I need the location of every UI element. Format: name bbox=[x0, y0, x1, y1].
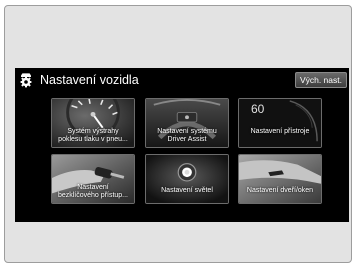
tile-instrument-settings[interactable]: 60 Nastavení přístroje bbox=[238, 98, 322, 148]
tile-tpms-settings[interactable]: Systém výstrahy poklesu tlaku v pneu... bbox=[51, 98, 135, 148]
tile-label: Nastavení bezklíčového přístup... bbox=[57, 184, 129, 199]
tile-door-window-settings[interactable]: Nastavení dveří/oken bbox=[238, 154, 322, 204]
default-settings-button[interactable]: Vých. nast. bbox=[294, 72, 347, 88]
settings-car-icon bbox=[20, 73, 32, 88]
vehicle-settings-screen: Nastavení vozidla Vých. nast. Systém výs… bbox=[15, 68, 349, 222]
car-door-icon bbox=[239, 155, 321, 203]
header-bar: Nastavení vozidla Vých. nast. bbox=[15, 68, 349, 92]
tile-keyless-access-settings[interactable]: Nastavení bezklíčového přístup... bbox=[51, 154, 135, 204]
manual-figure-frame: Nastavení vozidla Vých. nast. Systém výs… bbox=[4, 5, 352, 263]
tile-driver-assist-settings[interactable]: Nastavení systému Driver Assist bbox=[145, 98, 229, 148]
tile-lighting-settings[interactable]: Nastavení světel bbox=[145, 154, 229, 204]
tile-label: Nastavení systému Driver Assist bbox=[157, 128, 217, 143]
speed-value: 60 bbox=[251, 102, 265, 116]
headlight-icon bbox=[146, 155, 228, 203]
tile-label: Systém výstrahy poklesu tlaku v pneu... bbox=[58, 128, 128, 143]
tile-label: Nastavení světel bbox=[161, 187, 213, 194]
tile-label: Nastavení přístroje bbox=[250, 128, 310, 135]
tile-label: Nastavení dveří/oken bbox=[246, 187, 314, 194]
page-title: Nastavení vozidla bbox=[40, 73, 139, 87]
